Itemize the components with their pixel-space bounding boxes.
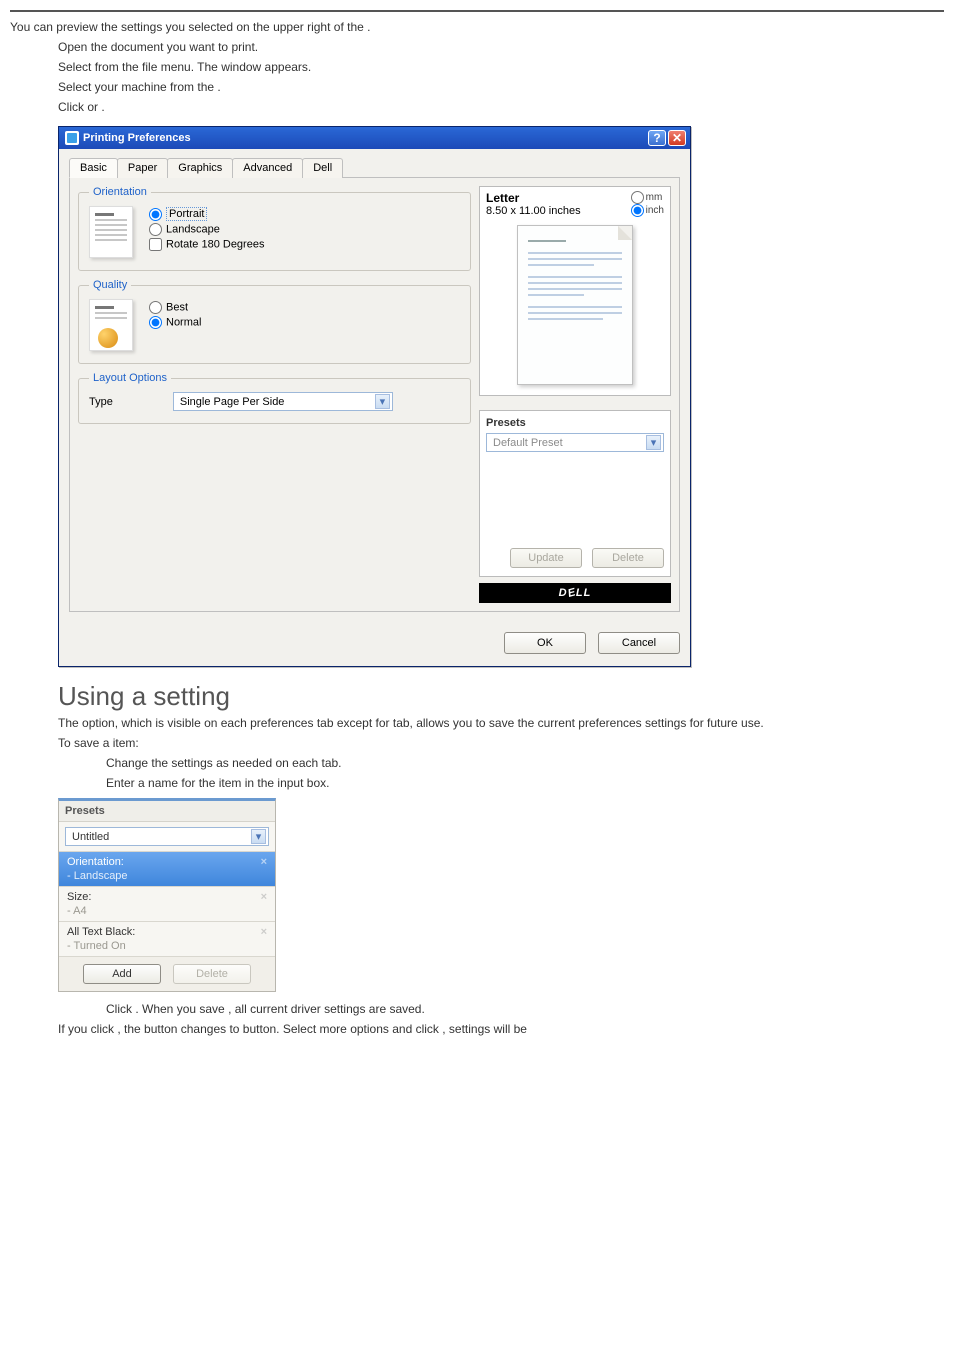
save-step2: Enter a name for the item in the input b… (106, 774, 944, 792)
radio-normal[interactable]: Normal (149, 316, 201, 329)
paper-name: Letter (486, 191, 519, 205)
step-open: Open the document you want to print. (58, 38, 944, 56)
close-icon[interactable]: × (261, 856, 267, 868)
radio-best[interactable]: Best (149, 301, 201, 314)
orientation-thumb (89, 206, 133, 258)
printing-preferences-dialog: Printing Preferences ? ✕ Basic Paper Gra… (58, 126, 691, 667)
save-step3: Click . When you save , all current driv… (106, 1000, 944, 1018)
tab-basic[interactable]: Basic (69, 158, 118, 178)
paper-size: 8.50 x 11.00 inches (486, 205, 581, 217)
app-icon (65, 131, 79, 145)
step-click: Click or . (58, 98, 944, 116)
quality-legend: Quality (89, 279, 131, 291)
quality-thumb (89, 299, 133, 351)
window-title: Printing Preferences (83, 132, 191, 144)
preset-item-size[interactable]: Size:× - A4 (59, 886, 275, 921)
layout-group: Layout Options Type Single Page Per Side… (78, 372, 471, 424)
layout-legend: Layout Options (89, 372, 171, 384)
quality-group: Quality Best Normal (78, 279, 471, 364)
panel-delete-button[interactable]: Delete (173, 964, 251, 984)
chevron-down-icon: ▾ (251, 829, 266, 844)
close-icon[interactable]: × (261, 926, 267, 938)
titlebar[interactable]: Printing Preferences ? ✕ (59, 127, 690, 149)
radio-portrait[interactable]: Portrait (149, 208, 264, 221)
save-step1: Change the settings as needed on each ta… (106, 754, 944, 772)
orientation-group: Orientation Portrait Landscape Rotate 18… (78, 186, 471, 271)
presets-select[interactable]: Default Preset ▾ (486, 433, 664, 452)
unit-inch[interactable]: inch (631, 204, 664, 217)
update-button[interactable]: Update (510, 548, 582, 568)
help-button[interactable]: ? (648, 130, 666, 146)
preset-item-orientation[interactable]: Orientation:× - Landscape (59, 851, 275, 886)
presets-title: Presets (486, 417, 664, 429)
add-button[interactable]: Add (83, 964, 161, 984)
tab-paper[interactable]: Paper (117, 158, 168, 178)
close-icon[interactable]: × (261, 891, 267, 903)
step-select-machine: Select your machine from the . (58, 78, 944, 96)
brand-bar: DELL (479, 583, 671, 603)
layout-type-label: Type (89, 396, 113, 408)
paper-sheet (517, 225, 633, 385)
preset-name-input[interactable]: Untitled ▾ (65, 827, 269, 846)
chevron-down-icon: ▾ (375, 394, 390, 409)
tab-graphics[interactable]: Graphics (167, 158, 233, 178)
presets-box: Presets Default Preset ▾ Update Delete (479, 410, 671, 577)
delete-button[interactable]: Delete (592, 548, 664, 568)
tab-advanced[interactable]: Advanced (232, 158, 303, 178)
radio-landscape[interactable]: Landscape (149, 223, 264, 236)
if-click: If you click , the button changes to but… (58, 1020, 944, 1038)
preset-item-alltextblack[interactable]: All Text Black:× - Turned On (59, 921, 275, 956)
paper-preview: Letter 8.50 x 11.00 inches mm inch (479, 186, 671, 396)
presets-para: The option, which is visible on each pre… (58, 714, 944, 732)
cancel-button[interactable]: Cancel (598, 632, 680, 654)
orientation-legend: Orientation (89, 186, 151, 198)
close-button[interactable]: ✕ (668, 130, 686, 146)
layout-type-select[interactable]: Single Page Per Side ▾ (173, 392, 393, 411)
chevron-down-icon: ▾ (646, 435, 661, 450)
ok-button[interactable]: OK (504, 632, 586, 654)
unit-mm[interactable]: mm (631, 191, 664, 204)
to-save: To save a item: (58, 734, 944, 752)
step-select-print: Select from the file menu. The window ap… (58, 58, 944, 76)
presets-panel-header: Presets (59, 801, 275, 822)
check-rotate[interactable]: Rotate 180 Degrees (149, 238, 264, 251)
tab-dell[interactable]: Dell (302, 158, 343, 178)
tabs: Basic Paper Graphics Advanced Dell (69, 157, 680, 178)
presets-heading: Using a setting (58, 681, 944, 712)
intro-text: You can preview the settings you selecte… (10, 20, 367, 34)
presets-panel: Presets Untitled ▾ Orientation:× - Lands… (58, 798, 276, 992)
intro-line: You can preview the settings you selecte… (10, 18, 944, 36)
